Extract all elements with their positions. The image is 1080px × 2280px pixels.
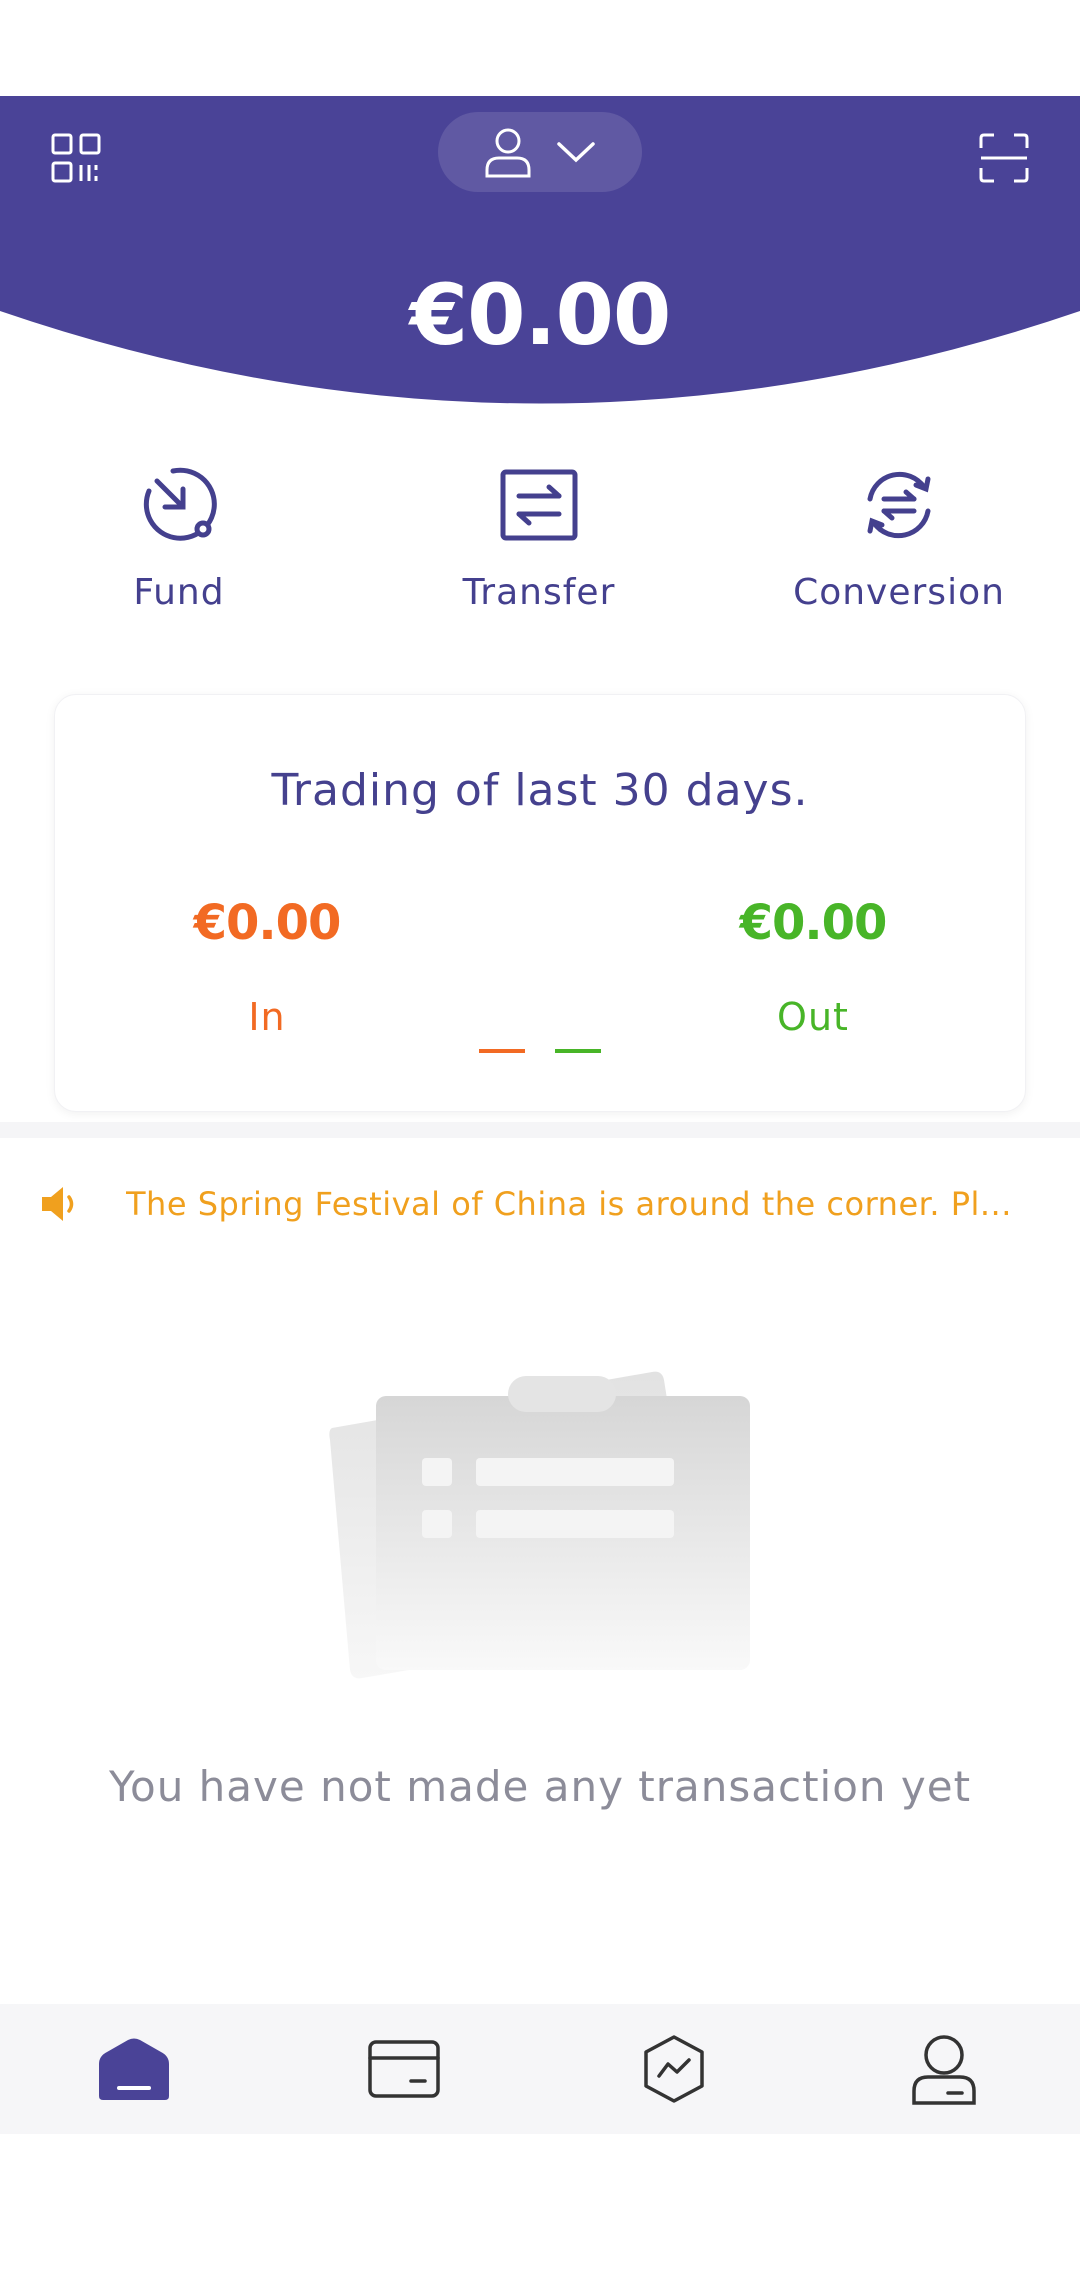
in-legend-dash <box>479 1049 525 1053</box>
nav-market[interactable] <box>614 2004 734 2134</box>
notice-text: The Spring Festival of China is around t… <box>126 1185 1012 1223</box>
notice-bar[interactable]: The Spring Festival of China is around t… <box>40 1176 1040 1232</box>
fund-label: Fund <box>133 572 225 613</box>
out-legend-dash <box>555 1049 601 1053</box>
scan-icon <box>979 133 1029 183</box>
in-amount: €0.00 <box>193 895 342 951</box>
nav-home[interactable] <box>74 2004 194 2134</box>
account-switcher[interactable] <box>438 112 642 192</box>
fund-button[interactable]: Fund <box>29 460 329 640</box>
header: €0.00 <box>0 96 1080 406</box>
transfer-button[interactable]: Transfer <box>389 460 689 640</box>
card-icon <box>368 2040 440 2098</box>
market-icon <box>644 2035 704 2103</box>
profile-icon <box>912 2035 976 2105</box>
quick-actions: Fund Transfer Conversion <box>0 460 1080 640</box>
home-icon <box>99 2038 169 2100</box>
empty-state-illustration <box>322 1360 762 1700</box>
out-amount: €0.00 <box>739 895 888 951</box>
transfer-icon <box>494 460 584 550</box>
conversion-icon <box>854 460 944 550</box>
trading-summary-card[interactable]: Trading of last 30 days. €0.00 €0.00 In … <box>54 694 1026 1112</box>
balance-amount: €0.00 <box>409 266 672 364</box>
transfer-label: Transfer <box>462 572 616 613</box>
fund-icon <box>134 460 224 550</box>
conversion-label: Conversion <box>793 572 1005 613</box>
qr-code-button[interactable] <box>40 122 112 194</box>
user-icon <box>485 128 531 178</box>
nav-profile[interactable] <box>884 2004 1004 2134</box>
nav-card[interactable] <box>344 2004 464 2134</box>
chevron-down-icon <box>557 142 595 163</box>
section-divider <box>0 1122 1080 1138</box>
bottom-navigation <box>0 2004 1080 2134</box>
qr-code-icon <box>51 133 101 183</box>
scan-button[interactable] <box>968 122 1040 194</box>
trading-title: Trading of last 30 days. <box>271 765 809 816</box>
out-label: Out <box>777 995 849 1039</box>
speaker-icon <box>40 1182 84 1226</box>
conversion-button[interactable]: Conversion <box>749 460 1049 640</box>
empty-state-message: You have not made any transaction yet <box>108 1762 972 1811</box>
in-label: In <box>248 995 286 1039</box>
